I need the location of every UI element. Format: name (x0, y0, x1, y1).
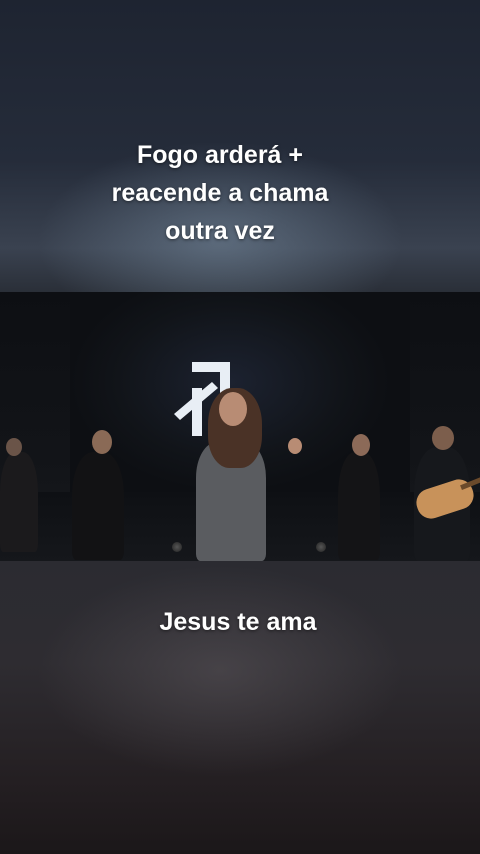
singer-left (72, 452, 124, 560)
guitarist-head (432, 426, 454, 450)
singer-right (338, 452, 380, 560)
singer-right-head (352, 434, 370, 456)
caption-top: Fogo arderá + reacende a chama outra vez (111, 141, 329, 245)
stage-light (172, 542, 182, 552)
video-frame[interactable]: Fogo arderá + reacende a chama outra vez (0, 0, 480, 854)
musician-left (0, 452, 38, 552)
musician-left-head (6, 438, 22, 456)
lead-singer-hand (288, 438, 302, 454)
singer-left-head (92, 430, 112, 454)
video-stage (0, 292, 480, 561)
caption-bottom: Jesus te ama (159, 608, 317, 636)
lead-singer-face (219, 392, 247, 426)
stage-light (316, 542, 326, 552)
